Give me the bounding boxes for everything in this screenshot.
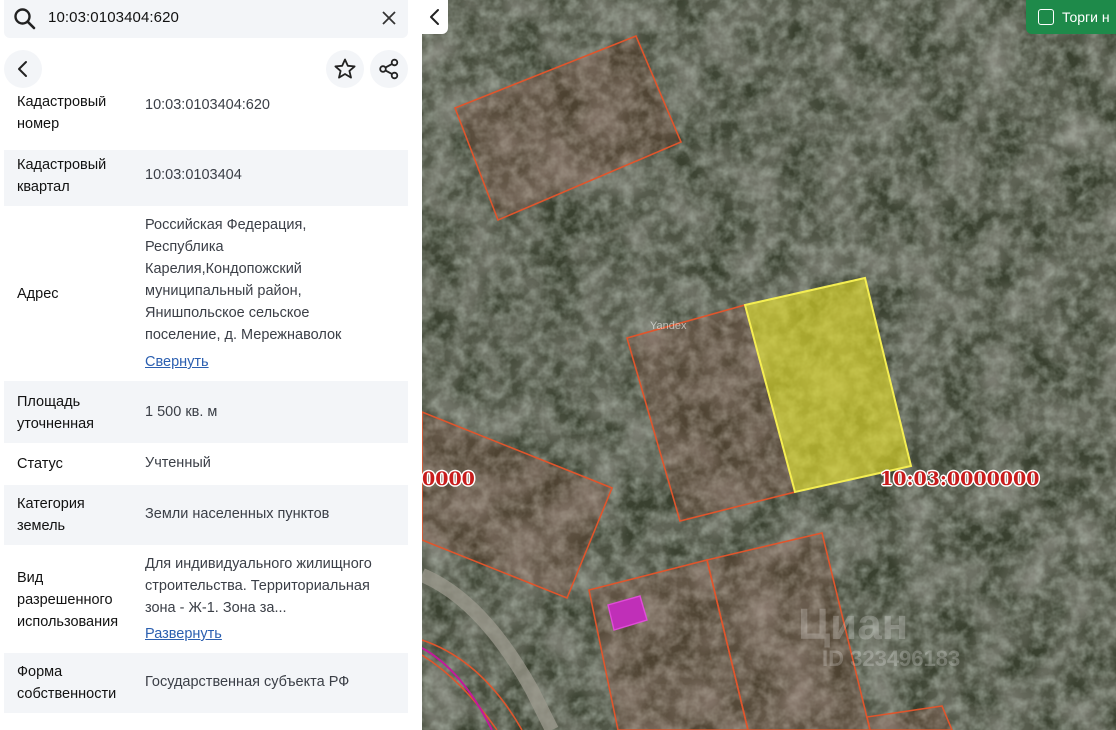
- detail-label: Площадь уточненная: [17, 394, 95, 432]
- back-button[interactable]: [4, 50, 42, 88]
- detail-value: 10:03:0103404:620: [145, 97, 270, 113]
- watermark: Циан: [798, 600, 909, 649]
- share-button[interactable]: [370, 50, 408, 88]
- property-details: Кадастровый номер 10:03:0103404:620 Када…: [4, 96, 408, 730]
- watermark-id: ID 323496183: [822, 646, 961, 671]
- detail-row-cadastral-quarter: Кадастровый квартал 10:03:0103404: [4, 150, 408, 206]
- checkbox[interactable]: [1038, 9, 1054, 25]
- detail-value: Для индивидуального жилищного строительс…: [145, 556, 372, 616]
- detail-label: Форма собственности: [17, 664, 117, 702]
- detail-value: Государственная субъекта РФ: [145, 674, 350, 690]
- favorite-button[interactable]: [326, 50, 364, 88]
- detail-label: Кадастровый квартал: [17, 157, 107, 195]
- share-icon: [379, 58, 399, 80]
- detail-row-status: Статус Учтенный: [4, 443, 408, 485]
- detail-label: Статус: [17, 456, 63, 472]
- cadastral-quarter-label-left: 0000: [422, 468, 475, 490]
- detail-row-permitted-use: Вид разрешенного использования Для индив…: [4, 545, 408, 653]
- detail-row-ownership: Форма собственности Государственная субъ…: [4, 653, 408, 713]
- detail-value: 1 500 кв. м: [145, 404, 218, 420]
- cadastral-quarter-label: 10:03:0000000: [880, 468, 1040, 490]
- star-icon: [334, 58, 356, 79]
- chevron-left-icon: [18, 61, 27, 77]
- detail-row-cadastral-number: Кадастровый номер 10:03:0103404:620: [4, 96, 408, 150]
- detail-label: Вид разрешенного использования: [17, 570, 119, 630]
- auctions-toggle[interactable]: Торги н: [1026, 0, 1116, 34]
- map-provider-label: Yandex: [650, 320, 687, 332]
- detail-row-area: Площадь уточненная 1 500 кв. м: [4, 381, 408, 443]
- detail-label: Кадастровый номер: [17, 96, 107, 132]
- detail-label: Адрес: [17, 286, 59, 302]
- search-input[interactable]: 10:03:0103404:620: [48, 9, 179, 26]
- cadastral-map[interactable]: Yandex 10:03:0000000 0000 Циан ID 323496…: [422, 0, 1116, 730]
- detail-value: Учтенный: [145, 455, 211, 471]
- satellite-imagery: [422, 0, 1116, 730]
- toolbar: [4, 48, 408, 92]
- detail-value: Земли населенных пунктов: [145, 506, 330, 522]
- detail-value: Российская Федерация, Республика Карелия…: [145, 217, 342, 343]
- chevron-left-icon: [430, 9, 439, 25]
- search-bar[interactable]: 10:03:0103404:620: [4, 0, 408, 38]
- auctions-label: Торги н: [1062, 9, 1110, 25]
- detail-row-address: Адрес Российская Федерация, Республика К…: [4, 206, 408, 381]
- detail-value: 10:03:0103404: [145, 167, 242, 183]
- info-panel: 10:03:0103404:620 Кадастровый номер 10:0…: [0, 0, 422, 730]
- expand-permitted-use-link[interactable]: Развернуть: [145, 623, 222, 645]
- collapse-panel-button[interactable]: [422, 0, 448, 34]
- detail-label: Категория земель: [17, 496, 85, 534]
- detail-row-land-category: Категория земель Земли населенных пункто…: [4, 485, 408, 545]
- close-icon[interactable]: [380, 9, 398, 27]
- collapse-address-link[interactable]: Свернуть: [145, 351, 209, 373]
- search-icon: [14, 8, 36, 30]
